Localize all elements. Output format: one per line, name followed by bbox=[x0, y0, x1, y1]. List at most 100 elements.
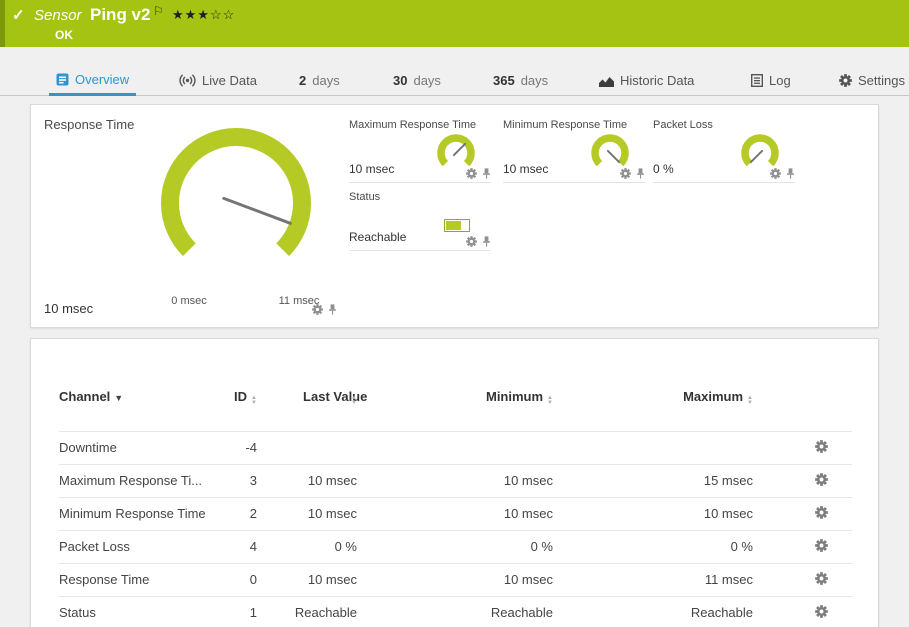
max-response-time-block: Maximum Response Time 10 msec bbox=[349, 119, 491, 183]
column-header-maximum-label: Maximum bbox=[683, 389, 743, 404]
table-row-min-response[interactable]: Minimum Response Time 2 10 msec 10 msec … bbox=[59, 497, 852, 530]
channel-minimum bbox=[363, 431, 559, 464]
priority-stars[interactable]: ★★★☆☆ bbox=[172, 7, 235, 23]
stars-filled: ★★★ bbox=[172, 7, 210, 22]
gauge-pin-icon[interactable] bbox=[786, 168, 795, 179]
max-response-gauge-actions bbox=[466, 168, 491, 179]
column-header-actions bbox=[759, 339, 852, 431]
min-response-time-block: Minimum Response Time 10 msec bbox=[503, 119, 645, 183]
tab-30-days-number: 30 bbox=[393, 73, 407, 88]
max-response-time-value: 10 msec bbox=[349, 162, 394, 176]
channel-id: 4 bbox=[219, 530, 263, 563]
tab-live-data[interactable]: Live Data bbox=[172, 65, 264, 96]
channel-settings-gear-icon[interactable] bbox=[815, 506, 828, 522]
tab-settings[interactable]: Settings bbox=[832, 65, 909, 96]
gauge-pin-icon[interactable] bbox=[636, 168, 645, 179]
channel-maximum: 15 msec bbox=[559, 464, 759, 497]
channel-name: Packet Loss bbox=[59, 530, 219, 563]
status-gauge-actions bbox=[466, 236, 491, 247]
gauge-settings-gear-icon[interactable] bbox=[620, 168, 631, 179]
table-row-response-time[interactable]: Response Time 0 10 msec 10 msec 11 msec bbox=[59, 563, 852, 596]
gauge-pin-icon[interactable] bbox=[482, 236, 491, 247]
sorted-desc-icon: ▼ bbox=[114, 393, 123, 403]
column-header-last-value[interactable]: Last Value▲▼ bbox=[263, 339, 363, 431]
column-header-minimum-label: Minimum bbox=[486, 389, 543, 404]
tab-live-data-label: Live Data bbox=[202, 73, 257, 88]
column-header-id-label: ID bbox=[234, 389, 247, 404]
status-title: Status bbox=[349, 191, 380, 203]
response-time-value: 10 msec bbox=[44, 301, 93, 316]
sensor-title: Ping v2 bbox=[90, 5, 150, 25]
channel-name: Maximum Response Ti... bbox=[59, 464, 219, 497]
column-header-channel[interactable]: Channel▼ bbox=[59, 339, 219, 431]
channel-name: Minimum Response Time bbox=[59, 497, 219, 530]
packet-loss-title: Packet Loss bbox=[653, 119, 713, 131]
prtg-sensor-page: ✓ Sensor Ping v2 ⚐ ★★★☆☆ OK Overview Liv… bbox=[0, 0, 909, 627]
channel-minimum: 10 msec bbox=[363, 497, 559, 530]
tab-2-days-number: 2 bbox=[299, 73, 306, 88]
gauge-pin-icon[interactable] bbox=[328, 304, 337, 315]
channel-id: 0 bbox=[219, 563, 263, 596]
channel-last-value bbox=[263, 431, 363, 464]
tab-overview[interactable]: Overview bbox=[49, 65, 136, 96]
gauge-settings-gear-icon[interactable] bbox=[466, 168, 477, 179]
table-row-downtime[interactable]: Downtime -4 bbox=[59, 431, 852, 464]
tab-2-days[interactable]: 2 days bbox=[292, 65, 347, 96]
sort-arrows-icon: ▲▼ bbox=[251, 396, 257, 406]
status-value: Reachable bbox=[349, 230, 406, 244]
column-header-maximum[interactable]: Maximum ▲▼ bbox=[559, 339, 759, 431]
channel-minimum: 0 % bbox=[363, 530, 559, 563]
channels-table: Channel▼ ID ▲▼ Last Value▲▼ Minimum ▲▼ Max… bbox=[59, 339, 852, 627]
channel-id: 3 bbox=[219, 464, 263, 497]
tab-log[interactable]: Log bbox=[744, 65, 798, 96]
column-header-minimum[interactable]: Minimum ▲▼ bbox=[363, 339, 559, 431]
overview-gauges-panel: Response Time 0 msec 11 msec 10 msec Max… bbox=[30, 104, 879, 328]
gauge-settings-gear-icon[interactable] bbox=[770, 168, 781, 179]
priority-flag-icon[interactable]: ⚐ bbox=[153, 4, 164, 18]
tab-365-days[interactable]: 365 days bbox=[486, 65, 555, 96]
tab-overview-label: Overview bbox=[75, 72, 129, 87]
channel-settings-gear-icon[interactable] bbox=[815, 473, 828, 489]
settings-gear-icon bbox=[839, 74, 852, 87]
tab-30-days[interactable]: 30 days bbox=[386, 65, 448, 96]
channel-minimum: 10 msec bbox=[363, 464, 559, 497]
sort-arrows-icon: ▲▼ bbox=[547, 396, 553, 406]
sensor-status-text: OK bbox=[55, 28, 73, 42]
sensor-kind-label: Sensor bbox=[34, 7, 82, 24]
channel-settings-gear-icon[interactable] bbox=[815, 572, 828, 588]
channel-name: Status bbox=[59, 596, 219, 627]
tab-365-days-number: 365 bbox=[493, 73, 515, 88]
response-time-gauge bbox=[136, 125, 336, 290]
gauge-settings-gear-icon[interactable] bbox=[312, 304, 323, 315]
tab-log-label: Log bbox=[769, 73, 791, 88]
table-row-status[interactable]: Status 1 Reachable Reachable Reachable bbox=[59, 596, 852, 627]
packet-loss-value: 0 % bbox=[653, 162, 674, 176]
table-row-max-response[interactable]: Maximum Response Ti... 3 10 msec 10 msec… bbox=[59, 464, 852, 497]
channel-maximum: 10 msec bbox=[559, 497, 759, 530]
log-icon bbox=[751, 74, 763, 87]
sort-arrows-icon: ▲▼ bbox=[747, 396, 753, 406]
table-row-packet-loss[interactable]: Packet Loss 4 0 % 0 % 0 % bbox=[59, 530, 852, 563]
sort-arrows-icon: ▲▼ bbox=[351, 396, 357, 406]
gauge-settings-gear-icon[interactable] bbox=[466, 236, 477, 247]
channel-last-value: 10 msec bbox=[263, 563, 363, 596]
tab-365-days-unit: days bbox=[521, 73, 548, 88]
live-data-icon bbox=[179, 74, 196, 87]
tab-settings-label: Settings bbox=[858, 73, 905, 88]
gauge-pin-icon[interactable] bbox=[482, 168, 491, 179]
channel-id: 2 bbox=[219, 497, 263, 530]
channel-settings-gear-icon[interactable] bbox=[815, 539, 828, 555]
channel-name: Downtime bbox=[59, 431, 219, 464]
channel-settings-gear-icon[interactable] bbox=[815, 605, 828, 621]
tab-historic-data[interactable]: Historic Data bbox=[592, 65, 701, 96]
response-time-gauge-title: Response Time bbox=[44, 117, 134, 132]
stars-empty: ☆☆ bbox=[210, 7, 235, 22]
status-indicator-fill bbox=[446, 221, 461, 230]
channel-settings-gear-icon[interactable] bbox=[815, 440, 828, 456]
ok-check-icon: ✓ bbox=[12, 6, 25, 24]
channel-last-value: Reachable bbox=[263, 596, 363, 627]
channel-last-value: 10 msec bbox=[263, 497, 363, 530]
channel-id: 1 bbox=[219, 596, 263, 627]
channel-name: Response Time bbox=[59, 563, 219, 596]
column-header-id[interactable]: ID ▲▼ bbox=[219, 339, 263, 431]
